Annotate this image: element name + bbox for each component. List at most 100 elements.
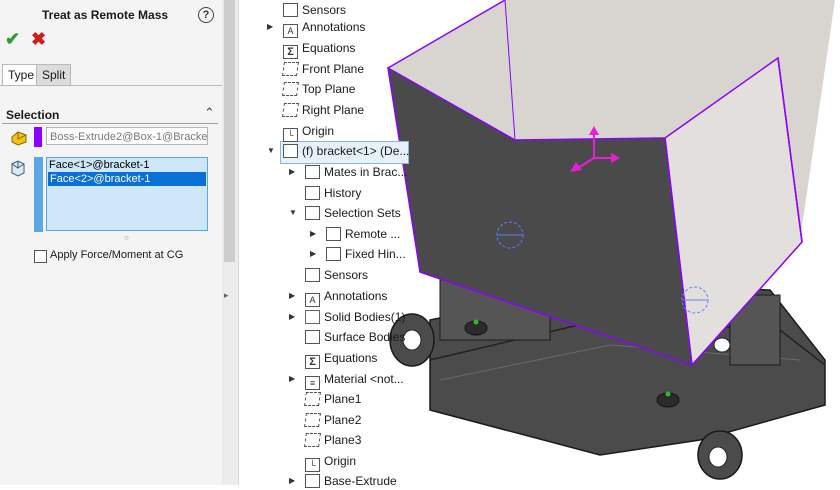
tab-divider (0, 85, 222, 86)
tree-item-label: Selection Sets (324, 206, 401, 220)
property-manager: Treat as Remote Mass ? ✔ ✖ Type Split Se… (0, 0, 223, 485)
surface-bodies-icon (305, 330, 320, 344)
cancel-x-icon[interactable]: ✖ (31, 29, 46, 50)
tree-item[interactable]: Σ Equations (305, 349, 378, 369)
folder-icon (305, 310, 320, 324)
expand-arrow-right-icon[interactable]: ▶ (310, 225, 316, 243)
section-selection-label: Selection (6, 108, 60, 122)
part-icon (283, 144, 298, 158)
component-color-swatch (34, 127, 42, 147)
tree-item-label: Equations (302, 41, 356, 55)
tree-item-label: Annotations (302, 20, 366, 34)
tree-item-label: Fixed Hin... (345, 247, 406, 261)
expand-arrow-right-icon[interactable]: ▶ (267, 18, 273, 36)
tree-item[interactable]: ▶ Mates in Brac... (289, 163, 408, 181)
plane-icon (282, 62, 299, 76)
tree-item-label: Origin (302, 124, 335, 138)
tab-split[interactable]: Split (36, 64, 72, 86)
tree-item[interactable]: ▶ Base-Extrude (289, 472, 397, 490)
expand-arrow-right-icon[interactable]: ▶ (289, 308, 295, 326)
tree-item[interactable]: └ Origin (305, 452, 357, 472)
expand-arrow-right-icon[interactable]: ▶ (289, 163, 295, 181)
tree-item[interactable]: Sensors (283, 1, 346, 19)
face-list-item[interactable]: Face<1>@bracket-1 (47, 158, 207, 172)
tree-item[interactable]: Plane3 (304, 431, 361, 449)
expand-arrow-right-icon[interactable]: ▶ (289, 287, 295, 305)
apply-force-checkbox-label: Apply Force/Moment at CG (50, 249, 184, 261)
component-icon (11, 131, 27, 146)
panel-title: Treat as Remote Mass (42, 8, 169, 22)
history-icon (305, 186, 320, 200)
tree-item[interactable]: Sensors (305, 266, 368, 284)
tree-item-label: Right Plane (302, 103, 365, 117)
equations-icon: Σ (283, 45, 298, 59)
annotations-icon: A (283, 24, 298, 38)
plane-icon (282, 103, 299, 117)
plane-icon (304, 433, 321, 447)
tree-item[interactable]: Plane1 (304, 390, 362, 408)
tree-item[interactable]: └ Origin (283, 122, 335, 142)
tree-item-label: Sensors (302, 3, 347, 17)
tree-item-label: Annotations (324, 289, 388, 303)
face-list-item-selected[interactable]: Face<2>@bracket-1 (48, 172, 206, 186)
expand-arrow-down-icon[interactable]: ▼ (289, 204, 297, 222)
tree-item[interactable]: ▶ Remote ... (310, 225, 400, 243)
tree-item[interactable]: ▶ ≡ Material <not... (289, 370, 404, 390)
tree-item[interactable]: Plane2 (304, 411, 362, 429)
extrude-icon (305, 474, 320, 488)
tree-item[interactable]: Right Plane (282, 101, 365, 119)
expand-arrow-down-icon[interactable]: ▼ (267, 142, 275, 160)
face-selection-color-bar (34, 157, 43, 232)
expand-arrow-right-icon[interactable]: ▶ (310, 245, 316, 263)
tree-item[interactable]: ▶ A Annotations (267, 18, 366, 38)
tree-item-label: Surface Bodies (324, 330, 406, 344)
tree-item-label: Plane1 (324, 392, 362, 406)
tree-item-label: Plane2 (324, 413, 362, 427)
tree-item[interactable]: ▼ Selection Sets (289, 204, 401, 222)
faces-selection-box[interactable]: Face<1>@bracket-1 Face<2>@bracket-1 (46, 157, 208, 231)
tree-item[interactable]: ▼ (f) bracket<1> (De... (267, 142, 410, 160)
tree-item[interactable]: History (305, 184, 361, 202)
tree-item-label: Top Plane (302, 82, 356, 96)
tree-item[interactable]: Surface Bodies (305, 328, 405, 346)
remote-icon (326, 227, 341, 241)
equations-icon: Σ (305, 355, 320, 369)
tree-item-label: Equations (324, 351, 378, 365)
origin-icon: └ (283, 128, 298, 142)
list-resize-handle[interactable]: ○ (124, 233, 129, 242)
annotations-icon: A (305, 293, 320, 307)
tree-item-label: Material <not... (324, 372, 404, 386)
tree-item[interactable]: ▶ Fixed Hin... (310, 245, 406, 263)
tree-item-label: (f) bracket<1> (De... (302, 144, 410, 158)
tree-item-label: Origin (324, 454, 357, 468)
expand-arrow-right-icon[interactable]: ▶ (289, 472, 295, 490)
tree-item[interactable]: Top Plane (282, 80, 356, 98)
tree-item[interactable]: Front Plane (282, 60, 365, 78)
mates-icon (305, 165, 320, 179)
apply-force-checkbox[interactable] (34, 250, 47, 263)
component-selection-field[interactable]: Boss-Extrude2@Box-1@Bracket. (46, 127, 208, 145)
tree-item[interactable]: ▶ Solid Bodies(1) (289, 308, 406, 326)
panel-collapse-icon[interactable]: ▸ (224, 290, 229, 301)
help-icon[interactable]: ? (198, 7, 214, 23)
tab-type[interactable]: Type (2, 64, 41, 86)
chevron-up-icon[interactable]: ⌃ (204, 105, 215, 121)
tree-item-label: Front Plane (302, 62, 365, 76)
tree-item-label: Mates in Brac... (324, 165, 408, 179)
expand-arrow-right-icon[interactable]: ▶ (289, 370, 295, 388)
tree-item[interactable]: ▶ A Annotations (289, 287, 388, 307)
sensor-icon (283, 3, 298, 17)
fixed-hinge-icon (326, 247, 341, 261)
tree-item[interactable]: Σ Equations (283, 39, 356, 59)
panel-scrollbar-thumb[interactable] (224, 0, 235, 262)
tree-item-label: Solid Bodies(1) (324, 310, 406, 324)
plane-icon (282, 82, 299, 96)
section-divider (2, 123, 218, 124)
plane-icon (304, 413, 321, 427)
tree-item-label: Sensors (324, 268, 369, 282)
sensor-icon (305, 268, 320, 282)
plane-icon (304, 392, 321, 406)
ok-check-icon[interactable]: ✔ (5, 29, 20, 50)
origin-icon: └ (305, 458, 320, 472)
tree-item-label: Base-Extrude (324, 474, 397, 488)
